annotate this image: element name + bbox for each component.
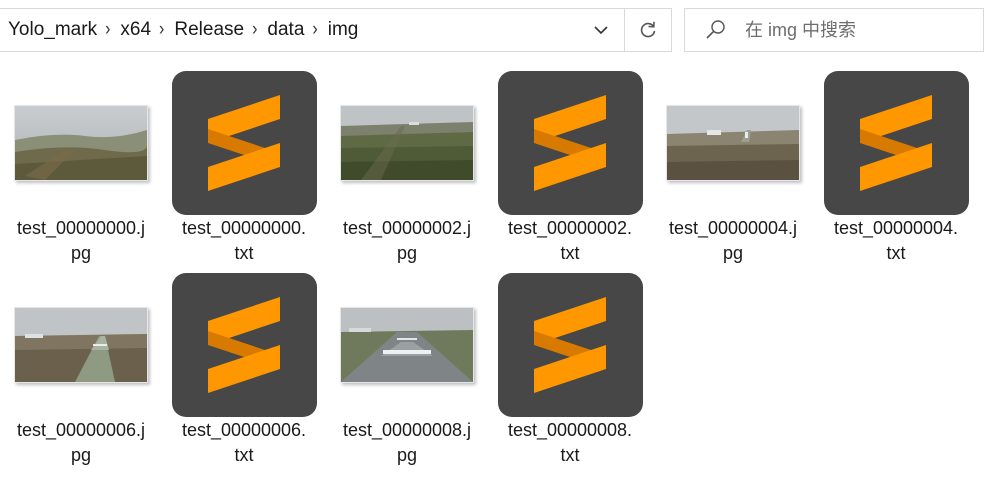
thumbnail <box>8 273 154 417</box>
image-thumbnail <box>14 105 148 181</box>
breadcrumb-item-release[interactable]: Release <box>174 19 244 41</box>
chevron-right-icon[interactable]: › <box>252 19 257 41</box>
file-name: test_00000004. txt <box>833 218 959 263</box>
file-name: test_00000006. txt <box>181 420 307 465</box>
image-thumbnail <box>340 105 474 181</box>
sublime-text-icon <box>497 71 643 215</box>
file-item[interactable]: test_00000002. txt <box>497 71 643 266</box>
file-name: test_00000008. txt <box>507 420 633 465</box>
thumbnail <box>823 71 969 215</box>
search-box[interactable] <box>684 8 984 52</box>
file-name: test_00000002. txt <box>507 218 633 263</box>
thumbnail <box>171 71 317 215</box>
file-item[interactable]: test_00000000. txt <box>171 71 317 266</box>
file-name: test_00000008.j pg <box>342 420 472 465</box>
sublime-text-icon <box>497 273 643 417</box>
chevron-right-icon[interactable]: › <box>312 19 317 41</box>
file-item[interactable]: test_00000002.j pg <box>334 71 480 266</box>
thumbnail <box>334 71 480 215</box>
thumbnail <box>497 71 643 215</box>
file-item[interactable]: test_00000004.j pg <box>660 71 806 266</box>
breadcrumb-item-data[interactable]: data <box>267 19 304 41</box>
search-input[interactable] <box>743 18 967 42</box>
sublime-text-icon <box>823 71 969 215</box>
file-name: test_00000006.j pg <box>16 420 146 465</box>
address-bar[interactable]: Yolo_mark › x64 › Release › data › img <box>0 8 672 52</box>
file-name: test_00000000.j pg <box>16 218 146 263</box>
image-thumbnail <box>666 105 800 181</box>
chevron-right-icon[interactable]: › <box>105 19 110 41</box>
file-item[interactable]: test_00000008. txt <box>497 273 643 468</box>
file-item[interactable]: test_00000004. txt <box>823 71 969 266</box>
breadcrumb-item-img[interactable]: img <box>328 19 359 41</box>
image-thumbnail <box>14 307 148 383</box>
file-item[interactable]: test_00000006.j pg <box>8 273 154 468</box>
chevron-down-icon <box>594 26 608 35</box>
refresh-icon <box>640 21 656 38</box>
history-dropdown-button[interactable] <box>578 9 624 51</box>
search-icon <box>706 20 725 39</box>
file-name: test_00000002.j pg <box>342 218 472 263</box>
sublime-text-icon <box>171 71 317 215</box>
thumbnail <box>8 71 154 215</box>
image-thumbnail <box>340 307 474 383</box>
chevron-right-icon[interactable]: › <box>159 19 164 41</box>
sublime-text-icon <box>171 273 317 417</box>
thumbnail <box>660 71 806 215</box>
thumbnail <box>497 273 643 417</box>
thumbnail <box>334 273 480 417</box>
file-item[interactable]: test_00000000.j pg <box>8 71 154 266</box>
breadcrumb: Yolo_mark › x64 › Release › data › img <box>0 19 578 41</box>
breadcrumb-item-yolo-mark[interactable]: Yolo_mark <box>8 19 97 41</box>
file-item[interactable]: test_00000006. txt <box>171 273 317 468</box>
file-name: test_00000004.j pg <box>668 218 798 263</box>
breadcrumb-item-x64[interactable]: x64 <box>120 19 151 41</box>
file-name: test_00000000. txt <box>181 218 307 263</box>
file-item[interactable]: test_00000008.j pg <box>334 273 480 468</box>
refresh-button[interactable] <box>624 9 671 51</box>
thumbnail <box>171 273 317 417</box>
